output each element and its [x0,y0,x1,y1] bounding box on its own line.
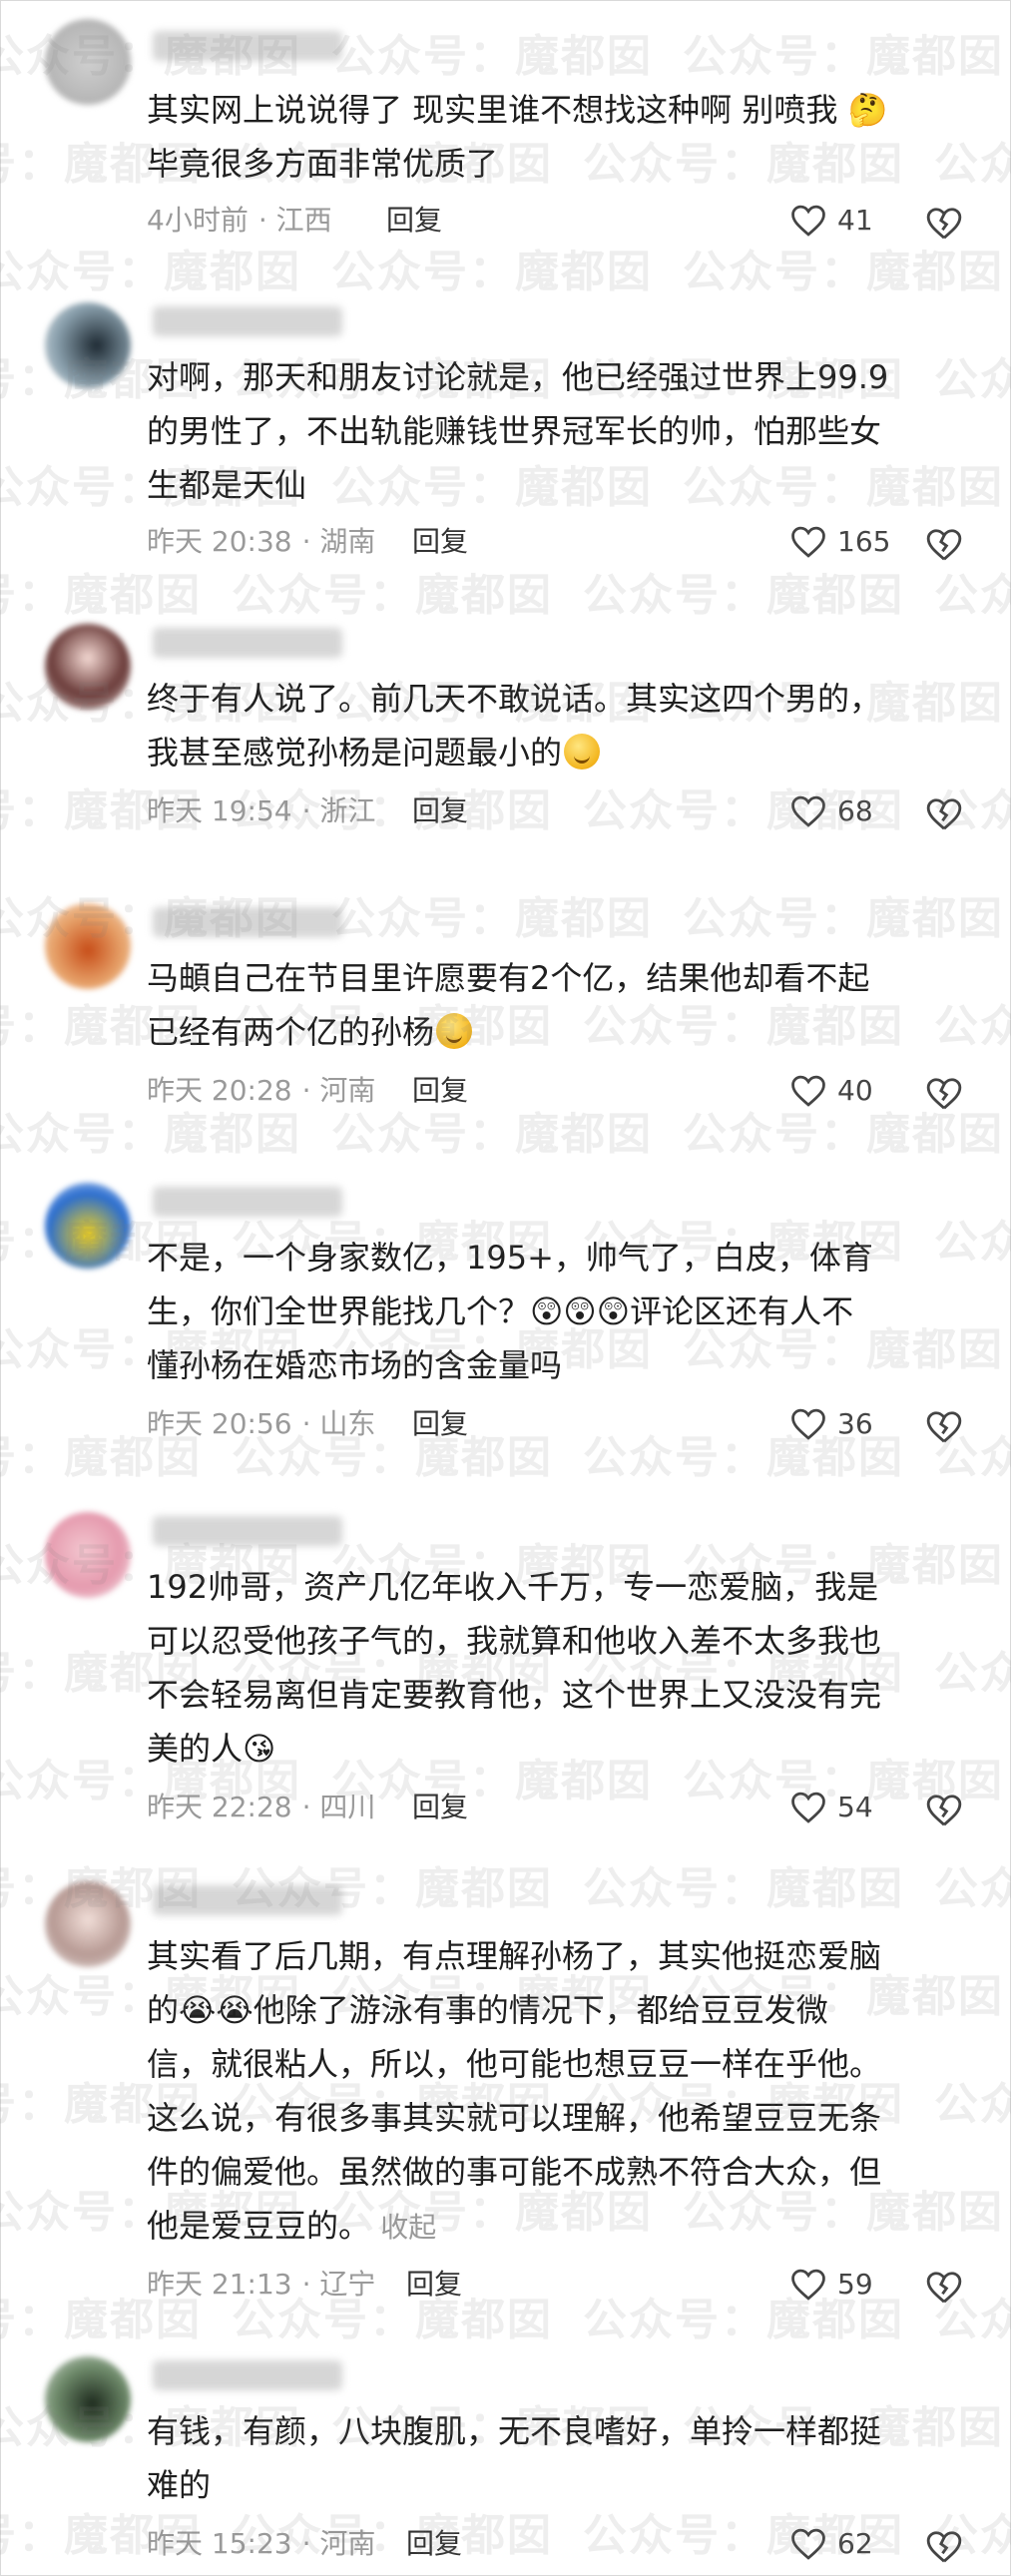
reply-button[interactable]: 回复 [412,522,468,562]
comment-meta: 4小时前 · 江西 回复 [147,201,1010,241]
heart-icon [791,205,825,237]
like-button[interactable]: 40 [789,1071,873,1111]
reply-button[interactable]: 回复 [412,1788,468,1827]
dislike-icon[interactable] [925,2269,963,2307]
comment-time: 昨天 20:28 [147,1074,292,1107]
username[interactable] [153,1885,342,1915]
comment-time: 昨天 19:54 [147,794,292,827]
avatar[interactable] [45,1881,131,1967]
like-count: 54 [837,1791,873,1823]
comment-time: 昨天 21:13 [147,2268,292,2301]
comment-time: 昨天 20:56 [147,1407,292,1440]
like-count: 62 [837,2527,873,2560]
heart-icon [791,1792,825,1823]
like-count: 68 [837,794,873,827]
comment-location: · 河南 [301,2527,376,2560]
like-count: 41 [837,204,873,237]
like-button[interactable]: 59 [789,2265,873,2305]
avatar[interactable] [45,1512,131,1598]
comment-text: 192帅哥，资产几亿年收入千万，专一恋爱脑，我是 可以忍受他孩子气的，我就算和他… [147,1568,882,1768]
like-button[interactable]: 54 [789,1788,873,1827]
like-button[interactable]: 62 [789,2524,873,2564]
like-count: 40 [837,1074,873,1107]
comment-text: 有钱，有颜，八块腹肌，无不良嗜好，单拎一样都挺 难的 [147,2412,882,2504]
avatar[interactable] [45,2356,131,2442]
comment-list: 其实网上说说得了 现实里谁不想找这种啊 别喷我 🤔 毕竟很多方面非常优质了 4小… [0,0,1011,2576]
comment-text: 马頔自己在节目里许愿要有2个亿，结果他却看不起 已经有两个亿的孙杨 [147,959,870,1051]
reply-button[interactable]: 回复 [406,2524,462,2564]
dislike-icon[interactable] [925,795,963,833]
comment-location: · 浙江 [301,794,376,827]
comment-location: · 辽宁 [301,2268,376,2301]
like-count: 165 [837,525,891,558]
like-button[interactable]: 36 [789,1404,873,1444]
username[interactable] [153,306,342,336]
comment-text: 对啊，那天和朋友讨论就是，他已经强过世界上99.9 的男性了，不出轨能赚钱世界冠… [147,358,889,504]
heart-icon [791,1075,825,1107]
comment-location: · 湖南 [301,525,376,558]
comment-meta: 昨天 15:23 · 河南 回复 [147,2524,1010,2564]
comment-time: 昨天 20:38 [147,525,292,558]
comment-time: 4小时前 [147,204,249,237]
username[interactable] [153,1187,342,1217]
like-button[interactable]: 41 [789,201,873,241]
comment-text: 不是，一个身家数亿，195+，帅气了，白皮，体育 生，你们全世界能找几个？😲😲😲… [147,1239,873,1384]
comment-meta: 昨天 22:28 · 四川 回复 [147,1788,1010,1827]
comment-time: 昨天 22:28 [147,1791,292,1823]
collapse-button[interactable]: 收起 [380,2211,436,2244]
comment-meta: 昨天 19:54 · 浙江 回复 [147,791,1010,831]
comment-text: 其实看了后几期，有点理解孙杨了，其实他挺恋爱脑 的😭😭他除了游泳有事的情况下，都… [147,1937,882,2245]
comment-location: · 河南 [301,1074,376,1107]
smile-emoji [564,734,601,770]
dislike-icon[interactable] [925,1408,963,1446]
comment-meta: 昨天 20:28 · 河南 回复 [147,1071,1010,1111]
username[interactable] [153,1516,342,1546]
dislike-icon[interactable] [925,526,963,564]
avatar[interactable] [45,903,131,989]
comment-text: 终于有人说了。前几天不敢说话。其实这四个男的， 我甚至感觉孙杨是问题最小的 [147,680,882,772]
reply-button[interactable]: 回复 [386,201,442,241]
avatar[interactable] [45,624,131,710]
comment-text: 其实网上说说得了 现实里谁不想找这种啊 别喷我 🤔 毕竟很多方面非常优质了 [147,91,888,183]
reply-button[interactable]: 回复 [406,2265,462,2305]
comment-meta: 昨天 20:56 · 山东 回复 [147,1404,1010,1444]
comment-meta: 昨天 21:13 · 辽宁 回复 [147,2265,1010,2305]
username[interactable] [153,907,342,937]
heart-icon [791,795,825,827]
like-button[interactable]: 68 [789,791,873,831]
heart-icon [791,2269,825,2301]
avatar[interactable] [45,1183,131,1269]
heart-icon [791,2528,825,2560]
reply-button[interactable]: 回复 [412,1071,468,1111]
username[interactable] [153,31,342,61]
reply-button[interactable]: 回复 [412,1404,468,1444]
reply-button[interactable]: 回复 [412,791,468,831]
like-count: 59 [837,2268,873,2301]
comment-time: 昨天 15:23 [147,2527,292,2560]
avatar[interactable] [45,302,131,388]
smile-emoji [436,1013,473,1049]
dislike-icon[interactable] [925,1075,963,1113]
heart-icon [791,526,825,558]
like-button[interactable]: 165 [789,522,890,562]
username[interactable] [153,2360,342,2390]
heart-icon [791,1408,825,1440]
avatar[interactable] [45,19,131,105]
comment-location: · 山东 [301,1407,376,1440]
username[interactable] [153,628,342,658]
dislike-icon[interactable] [925,1792,963,1829]
dislike-icon[interactable] [925,2528,963,2566]
like-count: 36 [837,1407,873,1440]
comment-location: · 江西 [257,204,332,237]
dislike-icon[interactable] [925,205,963,243]
comment-location: · 四川 [301,1791,376,1823]
